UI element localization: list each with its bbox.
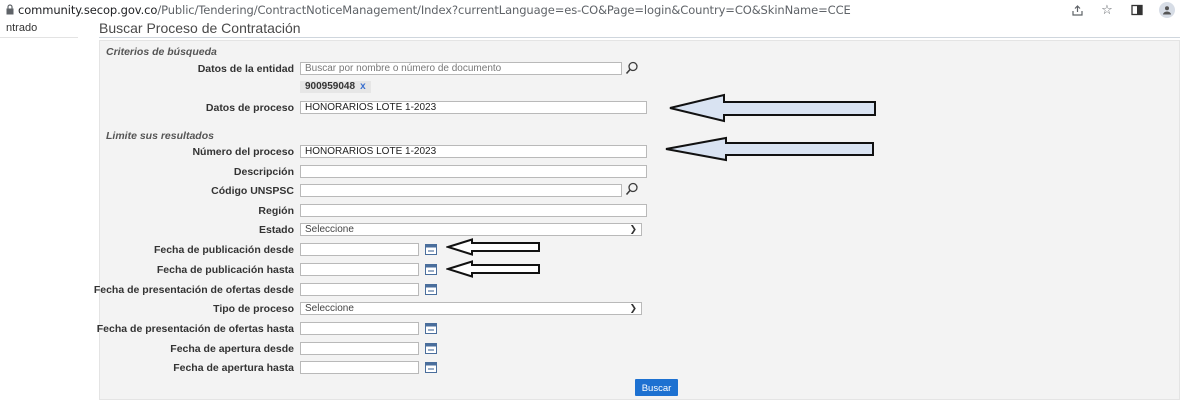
annotation-arrow-icon [669,93,876,123]
url-text[interactable]: community.secop.gov.co/Public/Tendering/… [18,3,851,17]
title-divider [99,37,1180,38]
tipo-select[interactable]: Seleccione ❯ [300,302,642,315]
entidad-chip: 900959048 x [300,81,371,93]
numero-input[interactable]: HONORARIOS LOTE 1-2023 [300,145,647,158]
calendar-icon[interactable] [425,362,437,373]
apertura-desde-input[interactable] [300,342,419,355]
chevron-down-icon: ❯ [629,224,637,234]
limit-heading: Limite sus resultados [106,130,214,142]
calendar-icon[interactable] [425,343,437,354]
annotation-arrow-icon [665,136,874,162]
ofertas-hasta-input[interactable] [300,322,419,335]
page-title: Buscar Proceso de Contratación [99,20,301,36]
sidebar-icon[interactable] [1129,2,1145,18]
share-icon[interactable] [1069,2,1085,18]
tipo-label: Tipo de proceso [213,303,294,315]
ofertas-hasta-label: Fecha de presentación de ofertas hasta [96,323,294,335]
star-icon[interactable]: ☆ [1099,2,1115,18]
proceso-input[interactable]: HONORARIOS LOTE 1-2023 [300,101,647,114]
apertura-hasta-label: Fecha de apertura hasta [173,362,294,374]
descripcion-input[interactable] [300,165,647,178]
apertura-desde-label: Fecha de apertura desde [170,343,294,355]
unspsc-label: Código UNSPSC [211,185,294,197]
calendar-icon[interactable] [425,284,437,295]
chip-remove-icon[interactable]: x [360,81,366,92]
criteria-heading: Criterios de búsqueda [106,46,217,58]
annotation-arrow-icon [446,260,540,278]
calendar-icon[interactable] [425,244,437,255]
proceso-label: Datos de proceso [205,102,294,114]
browser-address-bar[interactable]: community.secop.gov.co/Public/Tendering/… [0,0,1183,20]
entidad-label: Datos de la entidad [197,63,294,75]
left-divider [0,37,78,38]
estado-label: Estado [258,224,294,236]
pub-desde-label: Fecha de publicación desde [153,244,294,256]
pub-desde-input[interactable] [300,243,419,256]
annotation-arrow-icon [446,238,540,256]
pub-hasta-label: Fecha de publicación hasta [156,264,294,276]
numero-label: Número del proceso [192,146,294,158]
unspsc-input[interactable] [300,184,622,197]
region-input[interactable] [300,204,647,217]
lock-icon [6,4,14,15]
search-icon[interactable] [625,61,639,75]
left-nav-label[interactable]: ntrado [6,22,37,34]
apertura-hasta-input[interactable] [300,361,419,374]
ofertas-desde-label: Fecha de presentación de ofertas desde [93,284,294,296]
descripcion-label: Descripción [233,166,294,178]
unspsc-search-icon[interactable] [625,182,639,196]
calendar-icon[interactable] [425,323,437,334]
pub-hasta-input[interactable] [300,263,419,276]
ofertas-desde-input[interactable] [300,283,419,296]
search-button[interactable]: Buscar [635,379,678,396]
profile-icon[interactable] [1159,2,1175,18]
region-label: Región [258,205,294,217]
estado-select[interactable]: Seleccione ❯ [300,223,642,236]
calendar-icon[interactable] [425,264,437,275]
chevron-down-icon: ❯ [629,303,637,313]
entidad-input[interactable]: Buscar por nombre o número de documento [300,62,622,75]
